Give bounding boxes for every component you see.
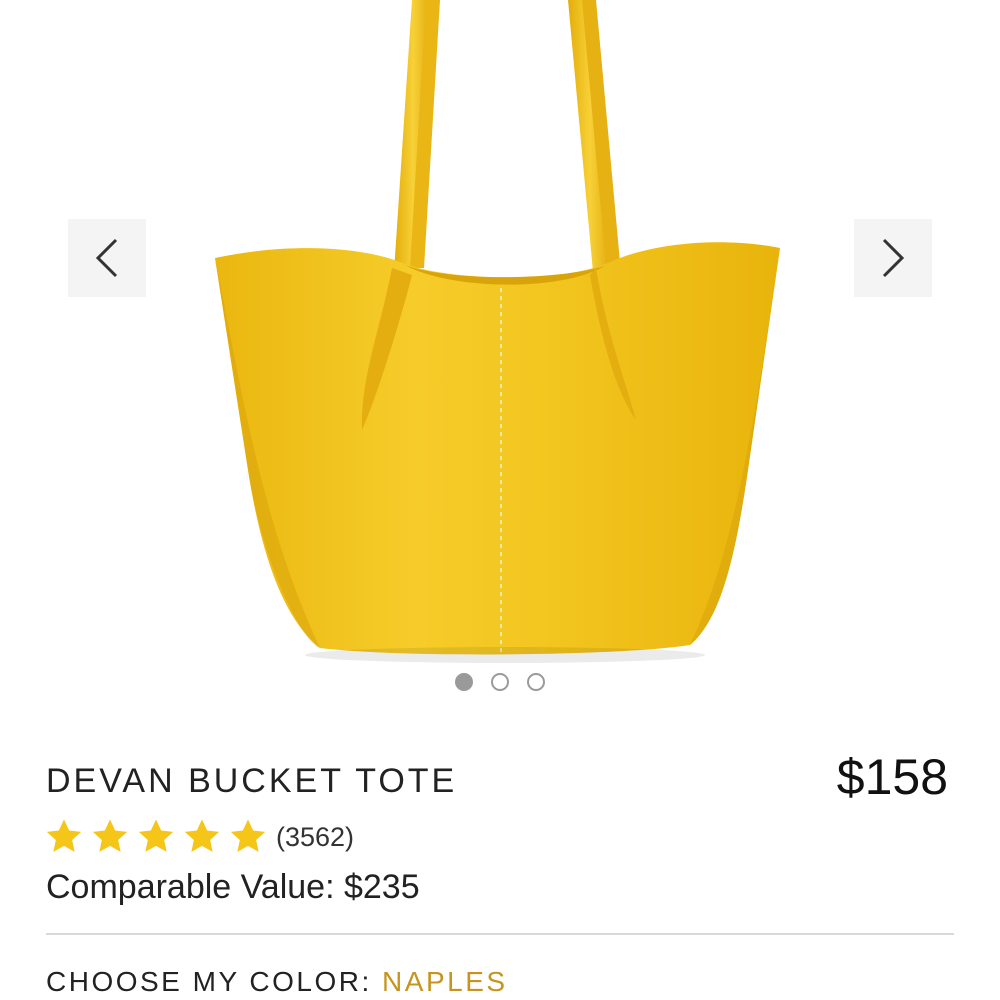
- review-count[interactable]: (3562): [276, 822, 354, 853]
- product-image: [215, 0, 780, 663]
- product-rating[interactable]: (3562): [44, 815, 354, 859]
- color-selector-label: CHOOSE MY COLOR:: [46, 966, 383, 997]
- comparable-value-amount: $235: [343, 868, 420, 906]
- star-icon: [92, 819, 128, 852]
- previous-image-button[interactable]: [68, 219, 146, 297]
- product-gallery[interactable]: [0, 0, 1000, 665]
- divider: [46, 933, 954, 935]
- product-title: DEVAN BUCKET TOTE: [46, 762, 458, 800]
- comparable-value: Comparable Value: $235: [46, 868, 420, 907]
- product-page: DEVAN BUCKET TOTE $158 (3562) Comparable…: [0, 0, 1000, 1000]
- star-icon: [184, 819, 220, 852]
- carousel-dot-3[interactable]: [527, 673, 545, 691]
- chevron-right-icon: [882, 238, 905, 278]
- star-icon: [46, 819, 82, 852]
- star-icon: [230, 819, 266, 852]
- selected-color: NAPLES: [382, 966, 508, 997]
- product-price: $158: [836, 749, 948, 805]
- carousel-pagination: [0, 673, 1000, 695]
- chevron-left-icon: [95, 238, 118, 278]
- comparable-value-label: Comparable Value:: [46, 868, 344, 906]
- next-image-button[interactable]: [854, 219, 932, 297]
- color-selector[interactable]: CHOOSE MY COLOR: NAPLES: [46, 966, 508, 998]
- star-icon: [138, 819, 174, 852]
- carousel-dot-2[interactable]: [491, 673, 509, 691]
- carousel-dot-1[interactable]: [455, 673, 473, 691]
